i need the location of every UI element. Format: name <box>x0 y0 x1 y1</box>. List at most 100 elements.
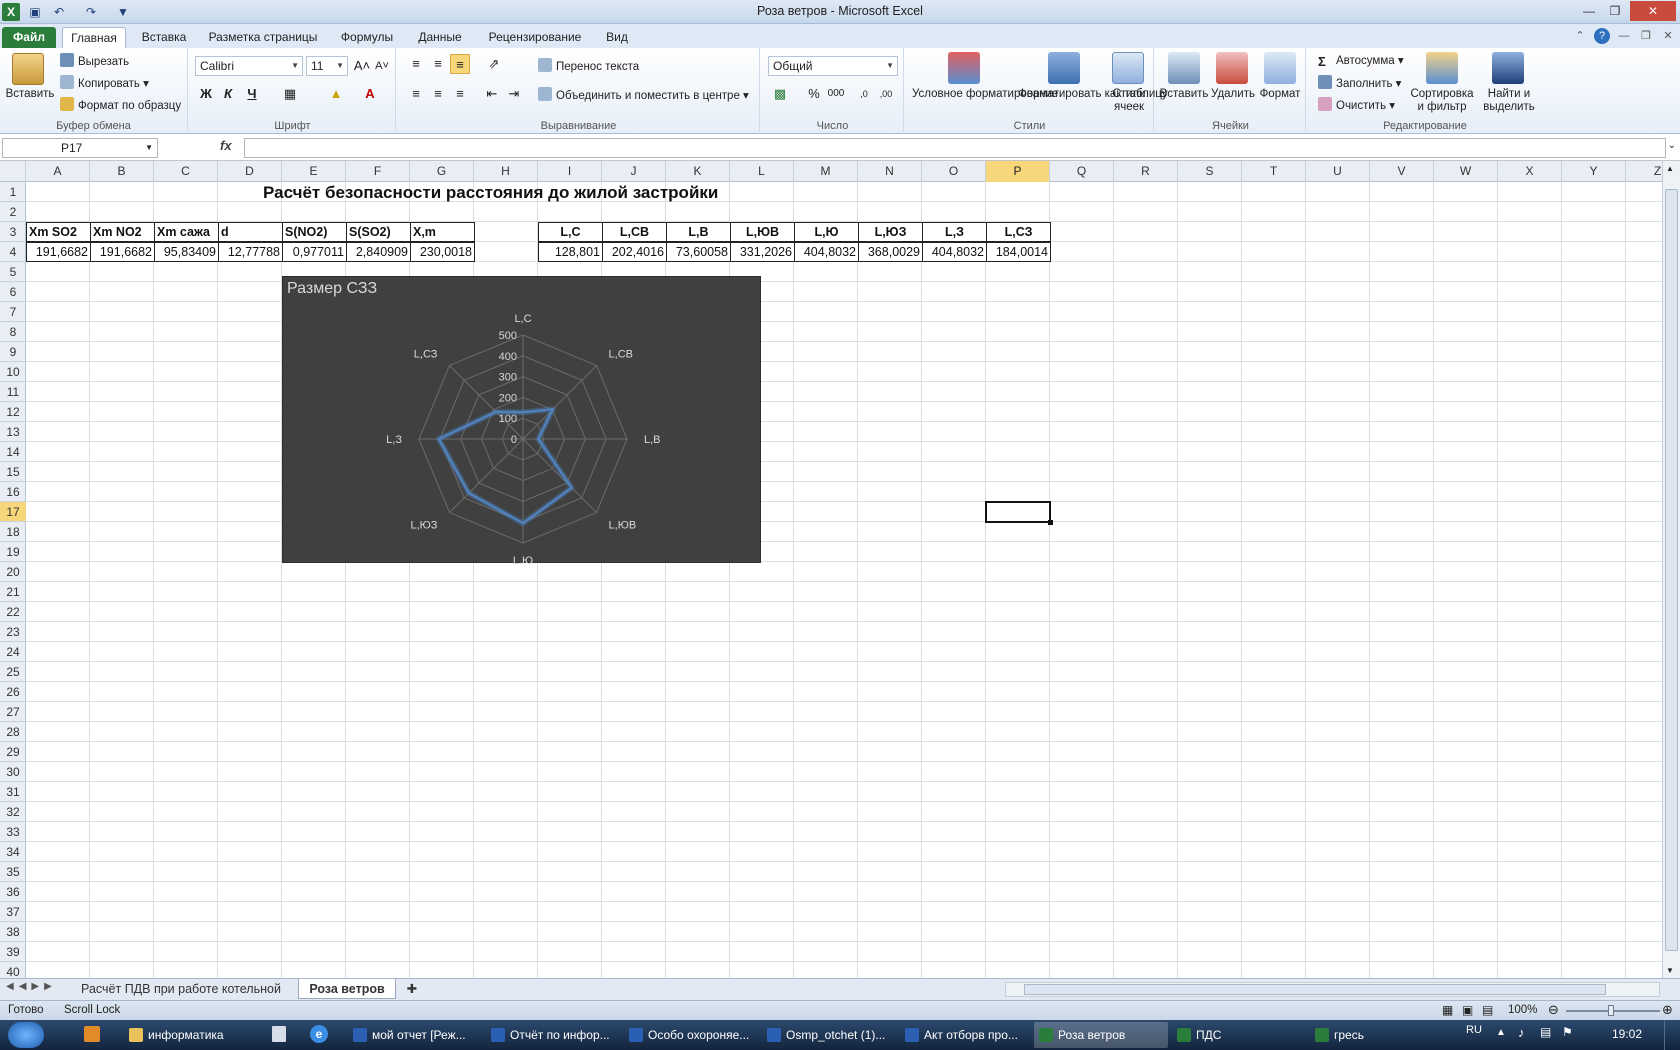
row-header[interactable]: 39 <box>0 942 26 962</box>
clock[interactable]: 19:02 <box>1612 1027 1642 1041</box>
fill-button[interactable]: Заполнить ▾ <box>1318 75 1401 90</box>
tab-page-layout[interactable]: Разметка страницы <box>202 27 324 48</box>
row-header[interactable]: 28 <box>0 722 26 742</box>
table1-value-cell[interactable]: 95,83409 <box>154 242 219 262</box>
clear-button[interactable]: Очистить ▾ <box>1318 97 1395 112</box>
column-header[interactable]: T <box>1242 161 1306 182</box>
table2-header-cell[interactable]: L,ЮЗ <box>858 222 923 242</box>
table1-header-cell[interactable]: Xm SO2 <box>26 222 91 242</box>
volume-icon[interactable]: ♪ <box>1518 1025 1525 1040</box>
row-header[interactable]: 35 <box>0 862 26 882</box>
page-layout-view-icon[interactable]: ▣ <box>1462 1003 1473 1017</box>
align-bottom-icon[interactable]: ≡ <box>450 54 470 74</box>
column-header[interactable]: N <box>858 161 922 182</box>
scroll-down-icon[interactable]: ▼ <box>1666 966 1674 975</box>
zoom-slider-thumb[interactable] <box>1608 1005 1614 1016</box>
row-header[interactable]: 8 <box>0 322 26 342</box>
scroll-thumb[interactable] <box>1665 189 1678 951</box>
column-header[interactable]: C <box>154 161 218 182</box>
table1-value-cell[interactable]: 191,6682 <box>26 242 91 262</box>
row-header[interactable]: 26 <box>0 682 26 702</box>
row-header[interactable]: 32 <box>0 802 26 822</box>
column-header[interactable]: D <box>218 161 282 182</box>
row-header[interactable]: 1 <box>0 182 26 202</box>
font-size-combo[interactable]: 11 ▼ <box>306 56 348 76</box>
column-header[interactable]: L <box>730 161 794 182</box>
table1-header-cell[interactable]: X,m <box>410 222 475 242</box>
find-select-button[interactable]: Найти и выделить <box>1478 88 1540 114</box>
table1-header-cell[interactable]: d <box>218 222 283 242</box>
internet-explorer-icon[interactable]: e <box>310 1025 328 1043</box>
column-header[interactable]: P <box>986 161 1050 182</box>
column-header[interactable]: W <box>1434 161 1498 182</box>
help-icon[interactable]: ? <box>1594 28 1610 44</box>
row-header[interactable]: 10 <box>0 362 26 382</box>
row-header[interactable]: 24 <box>0 642 26 662</box>
table2-header-cell[interactable]: L,B <box>666 222 731 242</box>
zoom-out-icon[interactable]: ⊖ <box>1548 1002 1559 1018</box>
copy-button[interactable]: Копировать ▾ <box>60 75 149 90</box>
network-icon[interactable]: ▤ <box>1540 1025 1551 1039</box>
merge-center-button[interactable]: Объединить и поместить в центре ▾ <box>538 87 749 102</box>
binoculars-icon[interactable] <box>1492 52 1524 84</box>
vertical-scrollbar[interactable]: ▲ ▼ <box>1662 161 1680 978</box>
table1-value-cell[interactable]: 2,840909 <box>346 242 411 262</box>
column-header[interactable]: M <box>794 161 858 182</box>
row-header[interactable]: 13 <box>0 422 26 442</box>
cut-button[interactable]: Вырезать <box>60 53 129 68</box>
table2-value-cell[interactable]: 331,2026 <box>730 242 795 262</box>
row-header[interactable]: 16 <box>0 482 26 502</box>
fill-color-icon[interactable]: ▲ <box>326 84 346 104</box>
conditional-format-button[interactable]: Условное форматирование <box>912 88 1058 101</box>
percent-icon[interactable]: % <box>804 84 824 104</box>
format-cells-icon[interactable] <box>1264 52 1296 84</box>
notepad-icon[interactable] <box>272 1026 286 1042</box>
table1-header-cell[interactable]: S(NO2) <box>282 222 347 242</box>
italic-button[interactable]: К <box>218 84 238 104</box>
table1-header-cell[interactable]: Xm сажа <box>154 222 219 242</box>
format-cells-button[interactable]: Формат <box>1256 88 1304 101</box>
conditional-format-icon[interactable] <box>948 52 980 84</box>
column-header[interactable]: U <box>1306 161 1370 182</box>
row-header[interactable]: 4 <box>0 242 26 262</box>
font-color-icon[interactable]: A <box>360 84 380 104</box>
name-box[interactable]: P17 ▼ <box>2 138 158 158</box>
select-all-corner[interactable] <box>0 161 26 182</box>
sheet-tab-pdv[interactable]: Расчёт ПДВ при работе котельной <box>74 979 288 999</box>
hscroll-thumb[interactable] <box>1024 984 1606 995</box>
paste-button[interactable]: Вставить <box>4 88 56 101</box>
format-painter-button[interactable]: Формат по образцу <box>60 97 181 112</box>
taskbar-item-word-4[interactable]: Osmp_otchet (1)... <box>762 1022 896 1048</box>
taskbar-item-excel-3[interactable]: гресь <box>1310 1022 1444 1048</box>
zoom-level[interactable]: 100% <box>1508 1004 1537 1016</box>
action-center-icon[interactable]: ⚑ <box>1562 1025 1573 1039</box>
column-header[interactable]: G <box>410 161 474 182</box>
autosum-button[interactable]: Σ Автосумма ▾ <box>1318 53 1404 69</box>
row-header[interactable]: 18 <box>0 522 26 542</box>
bold-button[interactable]: Ж <box>196 84 216 104</box>
tab-formulas[interactable]: Формулы <box>332 27 402 48</box>
language-indicator[interactable]: RU <box>1466 1024 1482 1036</box>
orientation-icon[interactable]: ⇗ <box>484 54 504 74</box>
radar-chart[interactable]: Размер СЗЗ 0 100 200 300 400 500 L,C L,CB L,B L,Ю… <box>282 276 761 564</box>
tab-review[interactable]: Рецензирование <box>480 27 590 48</box>
row-header[interactable]: 31 <box>0 782 26 802</box>
row-header[interactable]: 40 <box>0 962 26 978</box>
table2-value-cell[interactable]: 184,0014 <box>986 242 1051 262</box>
column-header[interactable]: E <box>282 161 346 182</box>
table2-header-cell[interactable]: L,ЮВ <box>730 222 795 242</box>
taskbar-item-word-1[interactable]: мой отчет [Реж... <box>348 1022 482 1048</box>
table2-value-cell[interactable]: 73,60058 <box>666 242 731 262</box>
format-as-table-icon[interactable] <box>1048 52 1080 84</box>
delete-cells-icon[interactable] <box>1216 52 1248 84</box>
sheet-nav-icon[interactable]: ◀◀▶▶ <box>6 981 57 992</box>
insert-cells-button[interactable]: Вставить <box>1158 88 1210 101</box>
row-header[interactable]: 34 <box>0 842 26 862</box>
delete-cells-button[interactable]: Удалить <box>1208 88 1258 101</box>
column-header[interactable]: Z <box>1626 161 1662 182</box>
table2-header-cell[interactable]: L,Ю <box>794 222 859 242</box>
row-header[interactable]: 36 <box>0 882 26 902</box>
page-break-view-icon[interactable]: ▤ <box>1482 1003 1493 1017</box>
column-header[interactable]: X <box>1498 161 1562 182</box>
column-header[interactable]: K <box>666 161 730 182</box>
